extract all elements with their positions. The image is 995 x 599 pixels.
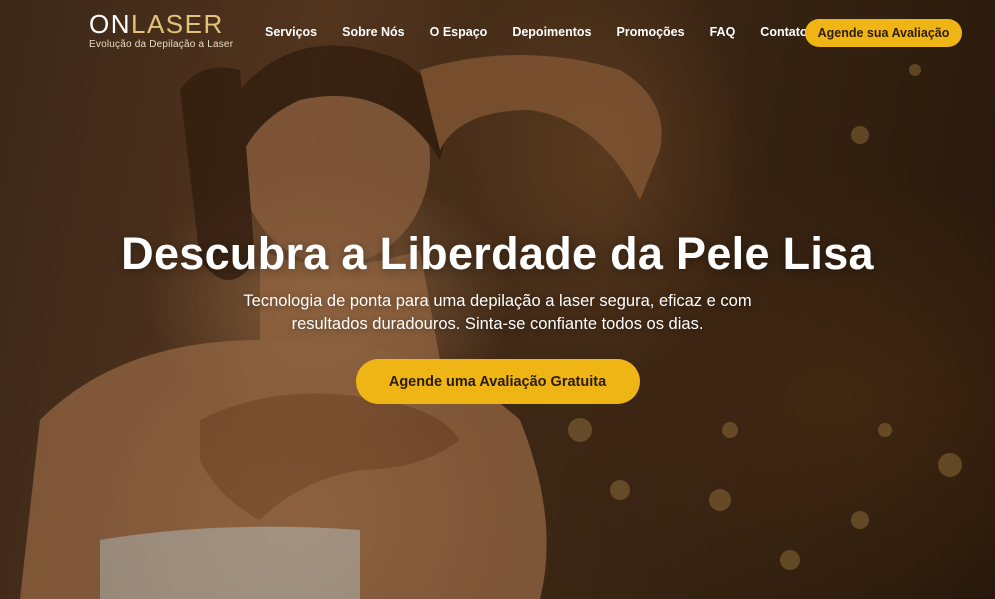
nav-link-servicos[interactable]: Serviços	[265, 25, 317, 39]
logo-part-on: ON	[89, 9, 131, 39]
nav-link-promocoes[interactable]: Promoções	[617, 25, 685, 39]
hero-content: Descubra a Liberdade da Pele Lisa Tecnol…	[0, 226, 995, 404]
top-navigation: ONLASER Evolução da Depilação a Laser Se…	[0, 0, 995, 70]
nav-link-sobre-nos[interactable]: Sobre Nós	[342, 25, 405, 39]
logo-tagline: Evolução da Depilação a Laser	[89, 39, 234, 50]
nav-link-faq[interactable]: FAQ	[710, 25, 736, 39]
hero-section: ONLASER Evolução da Depilação a Laser Se…	[0, 0, 995, 599]
main-menu: Serviços Sobre Nós O Espaço Depoimentos …	[265, 25, 833, 39]
free-evaluation-button[interactable]: Agende uma Avaliação Gratuita	[355, 359, 640, 404]
hero-headline: Descubra a Liberdade da Pele Lisa	[121, 228, 874, 279]
schedule-evaluation-button[interactable]: Agende sua Avaliação	[805, 19, 962, 47]
logo-part-laser: LASER	[131, 9, 224, 39]
hero-subtitle: Tecnologia de ponta para uma depilação a…	[243, 292, 752, 333]
nav-link-depoimentos[interactable]: Depoimentos	[512, 25, 591, 39]
brand-logo[interactable]: ONLASER Evolução da Depilação a Laser	[89, 10, 233, 50]
logo-wordmark: ONLASER	[89, 10, 233, 38]
nav-link-o-espaco[interactable]: O Espaço	[430, 25, 488, 39]
nav-link-contato[interactable]: Contato	[760, 25, 807, 39]
